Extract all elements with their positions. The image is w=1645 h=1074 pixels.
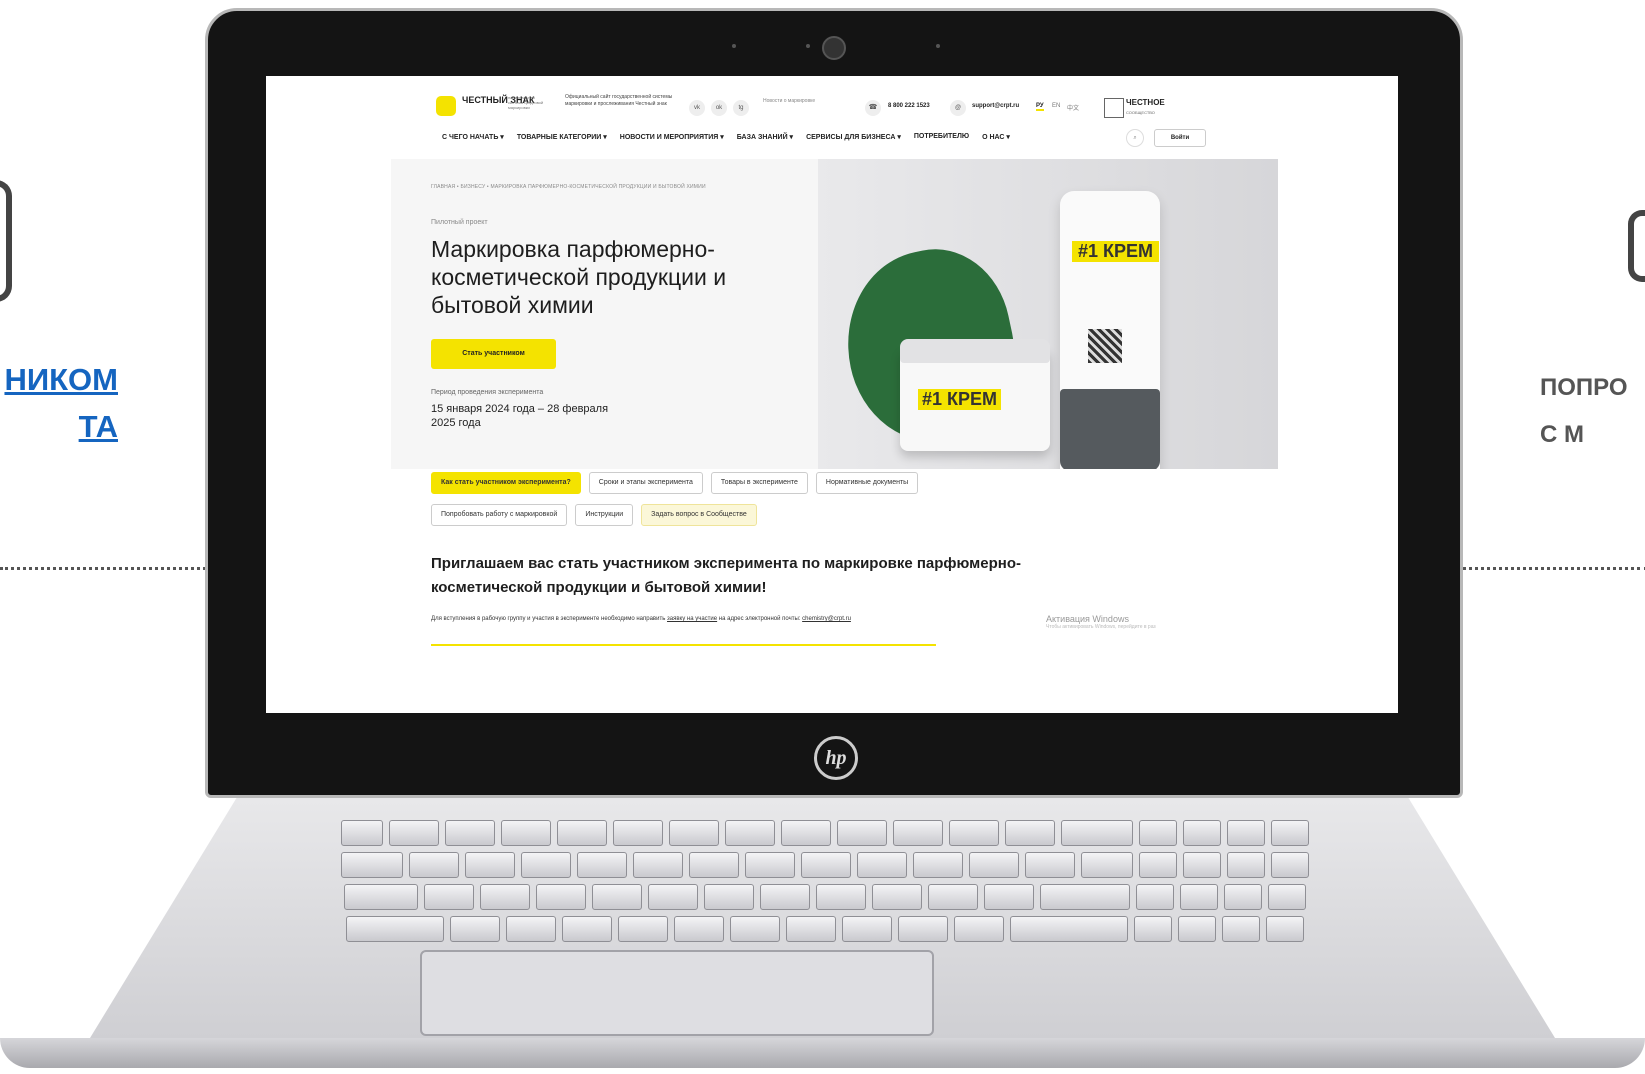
login-button[interactable]: Войти <box>1154 129 1206 147</box>
chemistry-email-link[interactable]: chemistry@crpt.ru <box>802 616 851 622</box>
lang-ru[interactable]: РУ <box>1036 103 1044 111</box>
breadcrumb[interactable]: ГЛАВНАЯ • БИЗНЕСУ • МАРКИРОВКА ПАРФЮМЕРН… <box>431 184 706 190</box>
official-site-caption: Официальный сайт государственной системы… <box>565 94 673 107</box>
laptop-screen: ЧЕСТНЫЙ ЗНАК национальная система цифров… <box>266 76 1398 713</box>
period-label: Период проведения эксперимента <box>431 389 544 396</box>
laptop-front-edge <box>0 1038 1645 1068</box>
site-header: ЧЕСТНЫЙ ЗНАК национальная система цифров… <box>266 76 1398 156</box>
tube-label: #1 КРЕМ <box>1072 241 1160 262</box>
hero-section: ГЛАВНАЯ • БИЗНЕСУ • МАРКИРОВКА ПАРФЮМЕРН… <box>391 159 1278 469</box>
keyboard-row <box>215 852 1435 878</box>
nav-item-knowledge[interactable]: БАЗА ЗНАНИЙ ▾ <box>737 133 793 141</box>
keyboard-row <box>215 820 1435 846</box>
nav-item-about[interactable]: О НАС ▾ <box>982 133 1010 141</box>
pilot-project-label: Пилотный проект <box>431 219 488 226</box>
jar-label: #1 КРЕМ <box>918 389 1002 410</box>
tab-row: Как стать участником эксперимента? Сроки… <box>431 472 1151 494</box>
community-link[interactable]: ЧЕСТНОЕ СООБЩЕСТВО <box>1126 98 1165 118</box>
windows-activation-sub: Чтобы активировать Windows, перейдите в … <box>1046 624 1156 630</box>
phone-number[interactable]: 8 800 222 1523 <box>888 103 930 109</box>
nav-item-categories[interactable]: ТОВАРНЫЕ КАТЕГОРИИ ▾ <box>517 133 607 141</box>
lang-zh[interactable]: 中文 <box>1067 103 1079 112</box>
laptop-keyboard <box>215 820 1435 942</box>
laptop-trackpad <box>420 950 934 1036</box>
main-nav: С ЧЕГО НАЧАТЬ ▾ ТОВАРНЫЕ КАТЕГОРИИ ▾ НОВ… <box>442 133 1010 141</box>
windows-activation-watermark: Активация Windows Чтобы активировать Win… <box>1046 614 1156 630</box>
community-subtitle: СООБЩЕСТВО <box>1126 110 1155 115</box>
left-slide-label-line2: ТА <box>78 409 118 444</box>
right-slide-label-line2: С М <box>1540 421 1584 448</box>
right-slide-label-line1: ПОПРО <box>1540 374 1628 401</box>
keyboard-row <box>215 884 1435 910</box>
lang-en[interactable]: EN <box>1052 103 1060 109</box>
application-note: Для вступления в рабочую группу и участи… <box>431 616 1111 622</box>
page-title: Маркировка парфюмерно-косметической прод… <box>431 236 727 318</box>
community-logo-icon[interactable] <box>1104 98 1124 118</box>
nav-item-news[interactable]: НОВОСТИ И МЕРОПРИЯТИЯ ▾ <box>620 133 724 141</box>
phone-icon: ☎ <box>865 100 881 116</box>
webcam-sensor-dot <box>806 44 810 48</box>
yellow-divider <box>431 644 936 646</box>
support-email[interactable]: support@crpt.ru <box>972 103 1019 109</box>
hp-logo: hp <box>814 736 858 780</box>
tab-terms-stages[interactable]: Сроки и этапы эксперимента <box>588 472 703 494</box>
section-tabs: Как стать участником эксперимента? Сроки… <box>431 472 1151 536</box>
left-slide-label-line1: НИКОМ <box>4 362 118 397</box>
search-icon[interactable]: ⌕ <box>1126 129 1144 147</box>
tab-ask-community[interactable]: Задать вопрос в Сообществе <box>641 504 757 526</box>
keyboard-row <box>215 916 1435 942</box>
webcam-sensor-dot <box>936 44 940 48</box>
telegram-icon[interactable]: tg <box>733 100 749 116</box>
application-link[interactable]: заявку на участие <box>667 616 717 622</box>
note-prefix: Для вступления в рабочую группу и участи… <box>431 616 666 622</box>
community-title: ЧЕСТНОЕ <box>1126 98 1165 107</box>
tab-documents[interactable]: Нормативные документы <box>815 472 919 494</box>
tab-try-marking[interactable]: Попробовать работу с маркировкой <box>431 504 568 526</box>
cream-tube-cap <box>1060 389 1160 469</box>
tab-goods[interactable]: Товары в эксперименте <box>710 472 808 494</box>
nav-item-start[interactable]: С ЧЕГО НАЧАТЬ ▾ <box>442 133 504 141</box>
tab-how-to-join[interactable]: Как стать участником эксперимента? <box>431 472 581 494</box>
product-image: #1 КРЕМ #1 КРЕМ <box>818 159 1278 469</box>
chestny-znak-logo-icon[interactable] <box>436 96 456 116</box>
tab-instructions[interactable]: Инструкции <box>575 504 634 526</box>
vk-icon[interactable]: vk <box>689 100 705 116</box>
email-icon: @ <box>950 100 966 116</box>
left-slide-label[interactable]: НИКОМ ТА <box>0 356 118 450</box>
invite-heading: Приглашаем вас стать участником эксперим… <box>431 555 1021 596</box>
windows-activation-title: Активация Windows <box>1046 614 1129 624</box>
webcam-sensor-dot <box>732 44 736 48</box>
site-logo-subtitle: национальная система цифровой маркировки <box>508 95 544 110</box>
right-slide-label: ПОПРО С М <box>1540 364 1645 458</box>
nav-item-business[interactable]: СЕРВИСЫ ДЛЯ БИЗНЕСА ▾ <box>806 133 901 141</box>
become-participant-button[interactable]: Стать участником <box>431 339 556 369</box>
ok-icon[interactable]: ok <box>711 100 727 116</box>
nav-item-consumer[interactable]: ПОТРЕБИТЕЛЮ <box>914 133 969 141</box>
left-slide-icon <box>0 180 12 302</box>
webcam-icon <box>822 36 846 60</box>
news-link[interactable]: Новости о маркировке <box>763 98 823 105</box>
right-slide-icon <box>1628 210 1645 282</box>
period-value: 15 января 2024 года – 28 февраля 2025 го… <box>431 403 609 429</box>
tab-row: Попробовать работу с маркировкой Инструк… <box>431 504 1151 526</box>
note-mid: на адрес электронной почты: <box>718 616 801 622</box>
cream-jar-lid <box>900 339 1050 363</box>
qr-code-icon <box>1088 329 1122 363</box>
